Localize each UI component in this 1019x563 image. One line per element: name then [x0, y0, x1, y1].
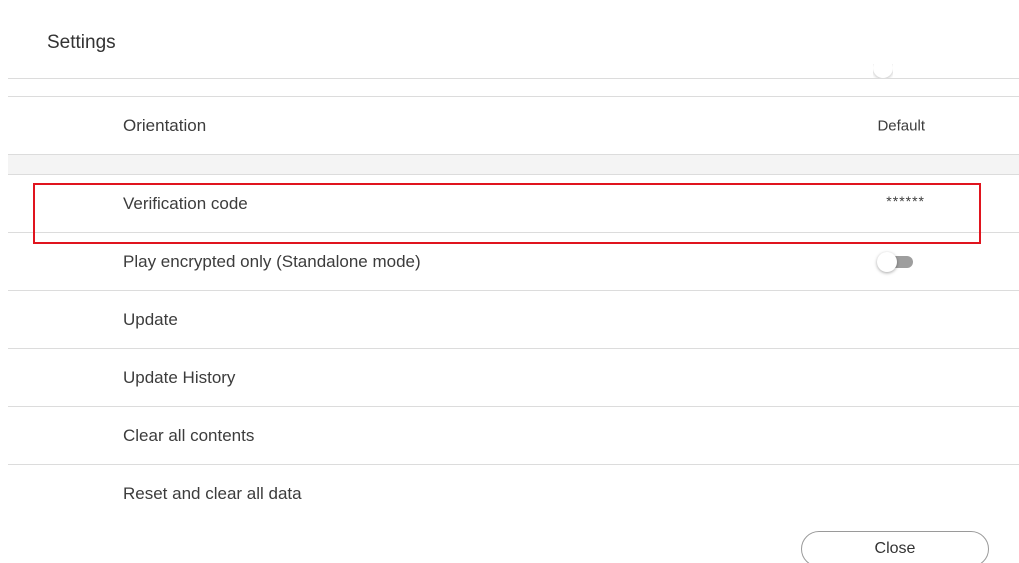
- setting-row-play-encrypted-only: Play encrypted only (Standalone mode): [8, 233, 1019, 291]
- setting-label: Verification code: [123, 194, 248, 213]
- setting-label: Orientation: [123, 116, 207, 135]
- section-separator: [8, 155, 1019, 174]
- setting-label: Update: [123, 310, 178, 329]
- setting-row-update[interactable]: Update: [8, 291, 1019, 349]
- setting-label: Clear all contents: [123, 426, 255, 445]
- setting-row-clear-all-contents[interactable]: Clear all contents: [8, 407, 1019, 465]
- setting-label: Reset and clear all data: [123, 484, 302, 503]
- close-button[interactable]: Close: [801, 531, 989, 563]
- settings-page: Settings Orientation Default Verificatio…: [0, 0, 1019, 563]
- setting-row-orientation[interactable]: Orientation Default: [8, 97, 1019, 155]
- settings-list: Orientation Default Verification code **…: [8, 0, 1019, 563]
- verification-code-value: ******: [886, 192, 925, 209]
- setting-label: Play encrypted only (Standalone mode): [123, 252, 421, 271]
- setting-row-update-history[interactable]: Update History: [8, 349, 1019, 407]
- divider: [8, 78, 1019, 79]
- toggle-switch-icon: [877, 252, 897, 272]
- orientation-value: Default: [877, 117, 925, 135]
- setting-label: Update History: [123, 368, 236, 387]
- setting-row-verification-code[interactable]: Verification code ******: [8, 175, 1019, 233]
- play-encrypted-only-toggle[interactable]: [877, 252, 915, 272]
- partial-toggle-knob-icon: [873, 64, 893, 78]
- setting-row-reset-and-clear[interactable]: Reset and clear all data: [8, 465, 1019, 523]
